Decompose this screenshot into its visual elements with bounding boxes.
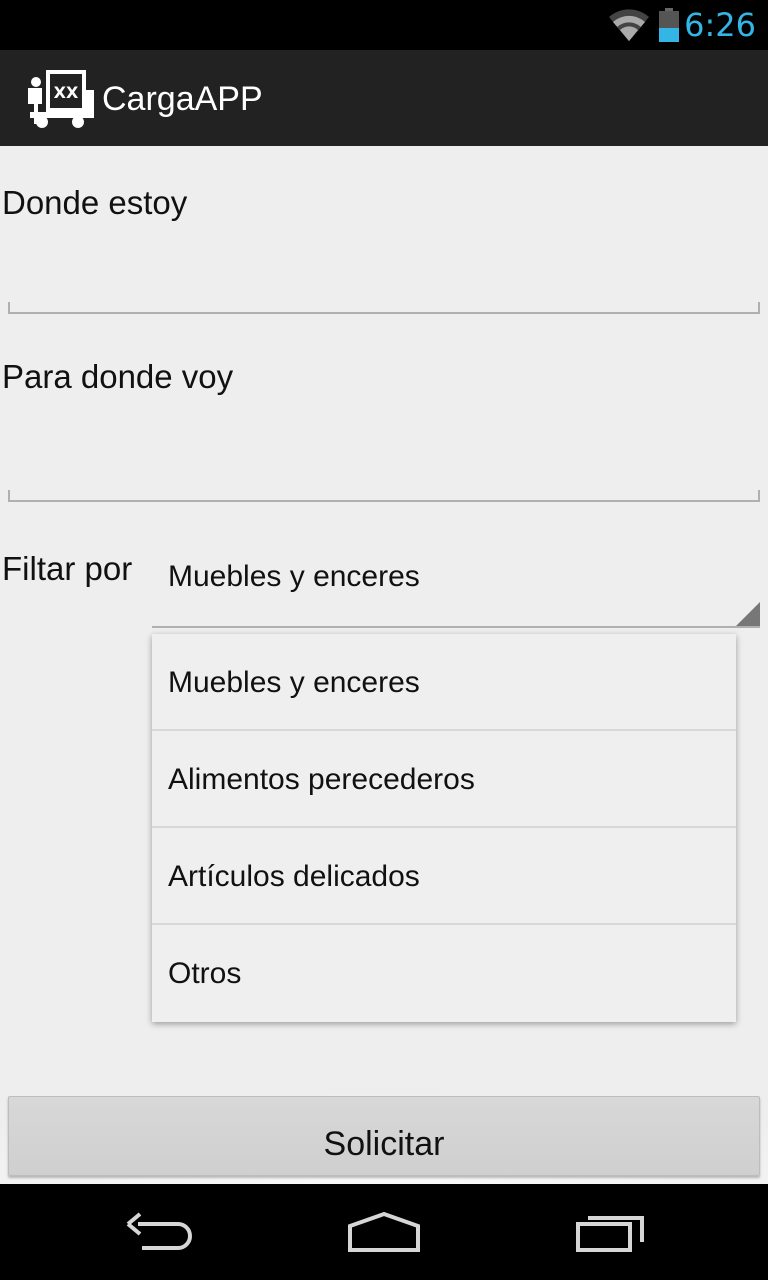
content-area: Donde estoy Para donde voy Filtar por Mu… [0,146,768,1184]
home-icon[interactable] [346,1210,422,1254]
wifi-icon [609,9,649,42]
truck-logo-icon[interactable]: XX [24,64,96,130]
filter-label: Filtar por [2,550,133,587]
origin-input[interactable] [8,298,760,314]
destination-input[interactable] [8,486,760,502]
submit-button-label: Solicitar [323,1125,445,1163]
recents-icon[interactable] [574,1210,646,1254]
dropdown-option[interactable]: Alimentos perecederos [152,731,736,828]
dropdown-option[interactable]: Artículos delicados [152,828,736,925]
filter-selected-value: Muebles y enceres [168,560,420,593]
spinner-arrow-icon [736,602,760,626]
battery-icon [659,8,679,42]
nav-bar [0,1184,768,1280]
status-time: 6:26 [684,6,756,44]
dropdown-option[interactable]: Muebles y enceres [152,634,736,731]
filter-dropdown: Muebles y enceres Alimentos perecederos … [152,634,736,1022]
action-bar: XX CargaAPP [0,50,768,146]
filter-spinner[interactable]: Muebles y enceres [152,546,760,628]
status-bar: 6:26 [0,0,768,50]
app-title: CargaAPP [102,80,263,118]
destination-label: Para donde voy [2,358,234,395]
back-icon[interactable] [124,1210,196,1254]
svg-text:XX: XX [54,83,79,102]
dropdown-option[interactable]: Otros [152,925,736,1022]
submit-button[interactable]: Solicitar [8,1096,760,1176]
origin-label: Donde estoy [2,184,188,221]
